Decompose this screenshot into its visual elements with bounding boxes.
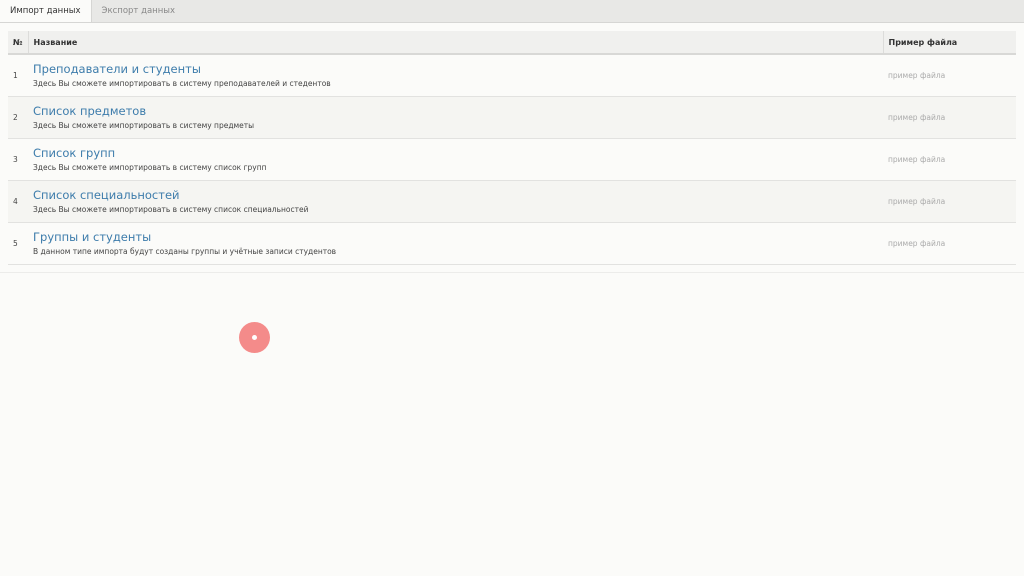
import-type-link[interactable]: Список предметов: [33, 104, 878, 119]
import-type-link[interactable]: Группы и студенты: [33, 230, 878, 245]
sample-file-link[interactable]: пример файла: [883, 96, 1016, 139]
import-type-description: В данном типе импорта будут созданы груп…: [33, 247, 337, 256]
import-type-link[interactable]: Список специальностей: [33, 188, 878, 203]
tab-bar: Импорт данных Экспорт данных: [0, 0, 1024, 23]
row-number: 1: [8, 54, 28, 97]
table-row: 4 Список специальностей Здесь Вы сможете…: [8, 180, 1016, 223]
row-name-cell: Список специальностей Здесь Вы сможете и…: [28, 180, 883, 223]
tab-export[interactable]: Экспорт данных: [92, 0, 186, 22]
import-types-table: № Название Пример файла 1 Преподаватели …: [8, 31, 1016, 265]
row-name-cell: Группы и студенты В данном типе импорта …: [28, 222, 883, 265]
cursor-indicator: [239, 322, 270, 353]
table-row: 5 Группы и студенты В данном типе импорт…: [8, 222, 1016, 265]
import-type-description: Здесь Вы сможете импортировать в систему…: [33, 205, 309, 214]
import-panel: № Название Пример файла 1 Преподаватели …: [0, 23, 1024, 273]
tab-export-label: Экспорт данных: [101, 6, 176, 16]
tab-import-label: Импорт данных: [10, 6, 81, 16]
row-name-cell: Список групп Здесь Вы сможете импортиров…: [28, 138, 883, 181]
row-name-cell: Список предметов Здесь Вы сможете импорт…: [28, 96, 883, 139]
tab-import[interactable]: Импорт данных: [0, 0, 92, 22]
sample-file-link[interactable]: пример файла: [883, 54, 1016, 97]
sample-file-link[interactable]: пример файла: [883, 180, 1016, 223]
row-number: 5: [8, 222, 28, 265]
import-type-description: Здесь Вы сможете импортировать в систему…: [33, 79, 331, 88]
row-number: 3: [8, 138, 28, 181]
import-type-link[interactable]: Преподаватели и студенты: [33, 62, 878, 77]
table-row: 3 Список групп Здесь Вы сможете импортир…: [8, 138, 1016, 181]
import-type-description: Здесь Вы сможете импортировать в систему…: [33, 163, 267, 172]
sample-file-link[interactable]: пример файла: [883, 138, 1016, 181]
table-header-row: № Название Пример файла: [8, 31, 1016, 55]
table-row: 2 Список предметов Здесь Вы сможете импо…: [8, 96, 1016, 139]
header-sample-file: Пример файла: [883, 31, 1016, 55]
row-number: 4: [8, 180, 28, 223]
row-number: 2: [8, 96, 28, 139]
import-type-description: Здесь Вы сможете импортировать в систему…: [33, 121, 255, 130]
sample-file-link[interactable]: пример файла: [883, 222, 1016, 265]
import-type-link[interactable]: Список групп: [33, 146, 878, 161]
header-name: Название: [28, 31, 884, 55]
header-number: №: [8, 31, 29, 55]
row-name-cell: Преподаватели и студенты Здесь Вы сможет…: [28, 54, 883, 97]
table-row: 1 Преподаватели и студенты Здесь Вы смож…: [8, 54, 1016, 97]
